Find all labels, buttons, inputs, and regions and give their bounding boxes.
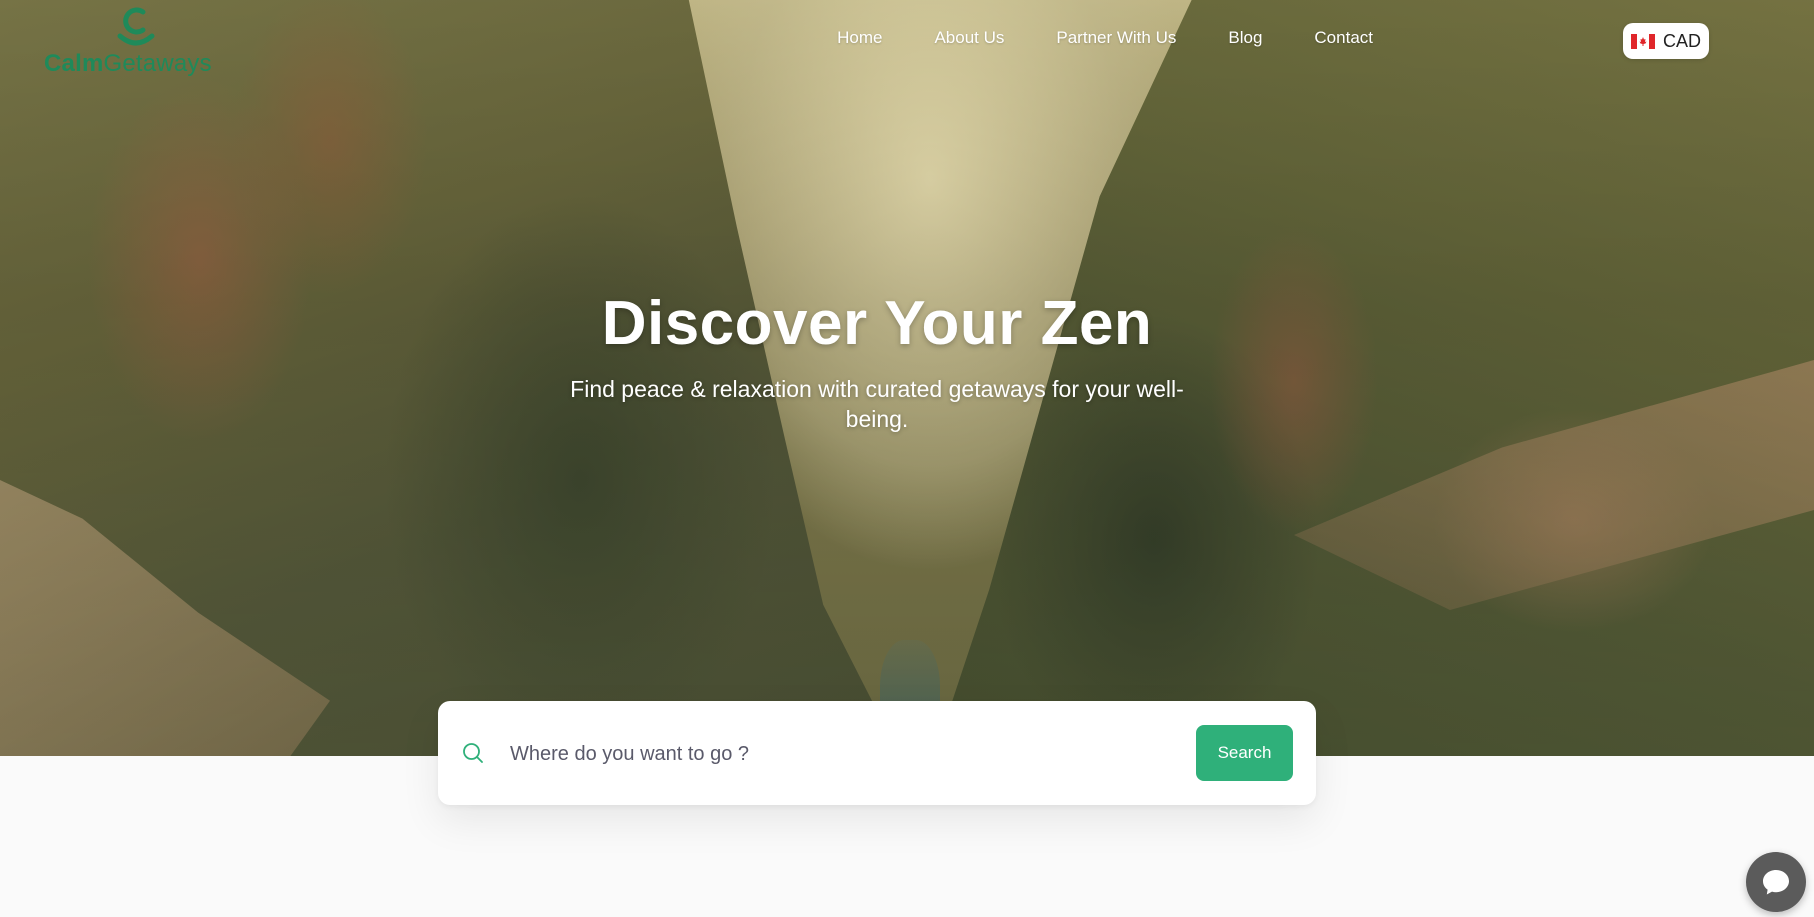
chat-widget-button[interactable]: [1746, 852, 1806, 912]
canada-flag-icon: [1630, 33, 1655, 49]
nav-item-blog[interactable]: Blog: [1228, 28, 1262, 48]
landing-page: CalmGetaways Home About Us Partner With …: [0, 0, 1814, 917]
nav-item-contact[interactable]: Contact: [1314, 28, 1373, 48]
logo-wordmark: CalmGetaways: [44, 50, 212, 78]
hero-subheadline: Find peace & relaxation with curated get…: [570, 376, 1184, 432]
destination-search-input[interactable]: [508, 731, 1072, 777]
chat-bubble-icon: [1763, 870, 1789, 895]
swirl-c-logo-icon: [117, 7, 155, 46]
nav-item-partner-with-us[interactable]: Partner With Us: [1056, 28, 1176, 48]
search-icon: [463, 743, 483, 763]
search-button[interactable]: Search: [1196, 725, 1293, 781]
currency-code: CAD: [1662, 30, 1701, 51]
currency-selector[interactable]: CAD: [1623, 23, 1709, 59]
logo-text-light: Getaways: [103, 50, 212, 77]
nav-item-about-us[interactable]: About Us: [934, 28, 1004, 48]
hero-headline: Discover Your Zen: [601, 289, 1153, 358]
site-logo[interactable]: CalmGetaways: [44, 6, 224, 78]
main-nav: Home About Us Partner With Us Blog Conta…: [837, 28, 1373, 48]
nav-item-home[interactable]: Home: [837, 28, 882, 48]
search-bar: Search: [438, 701, 1316, 805]
logo-text-bold: Calm: [44, 50, 104, 77]
